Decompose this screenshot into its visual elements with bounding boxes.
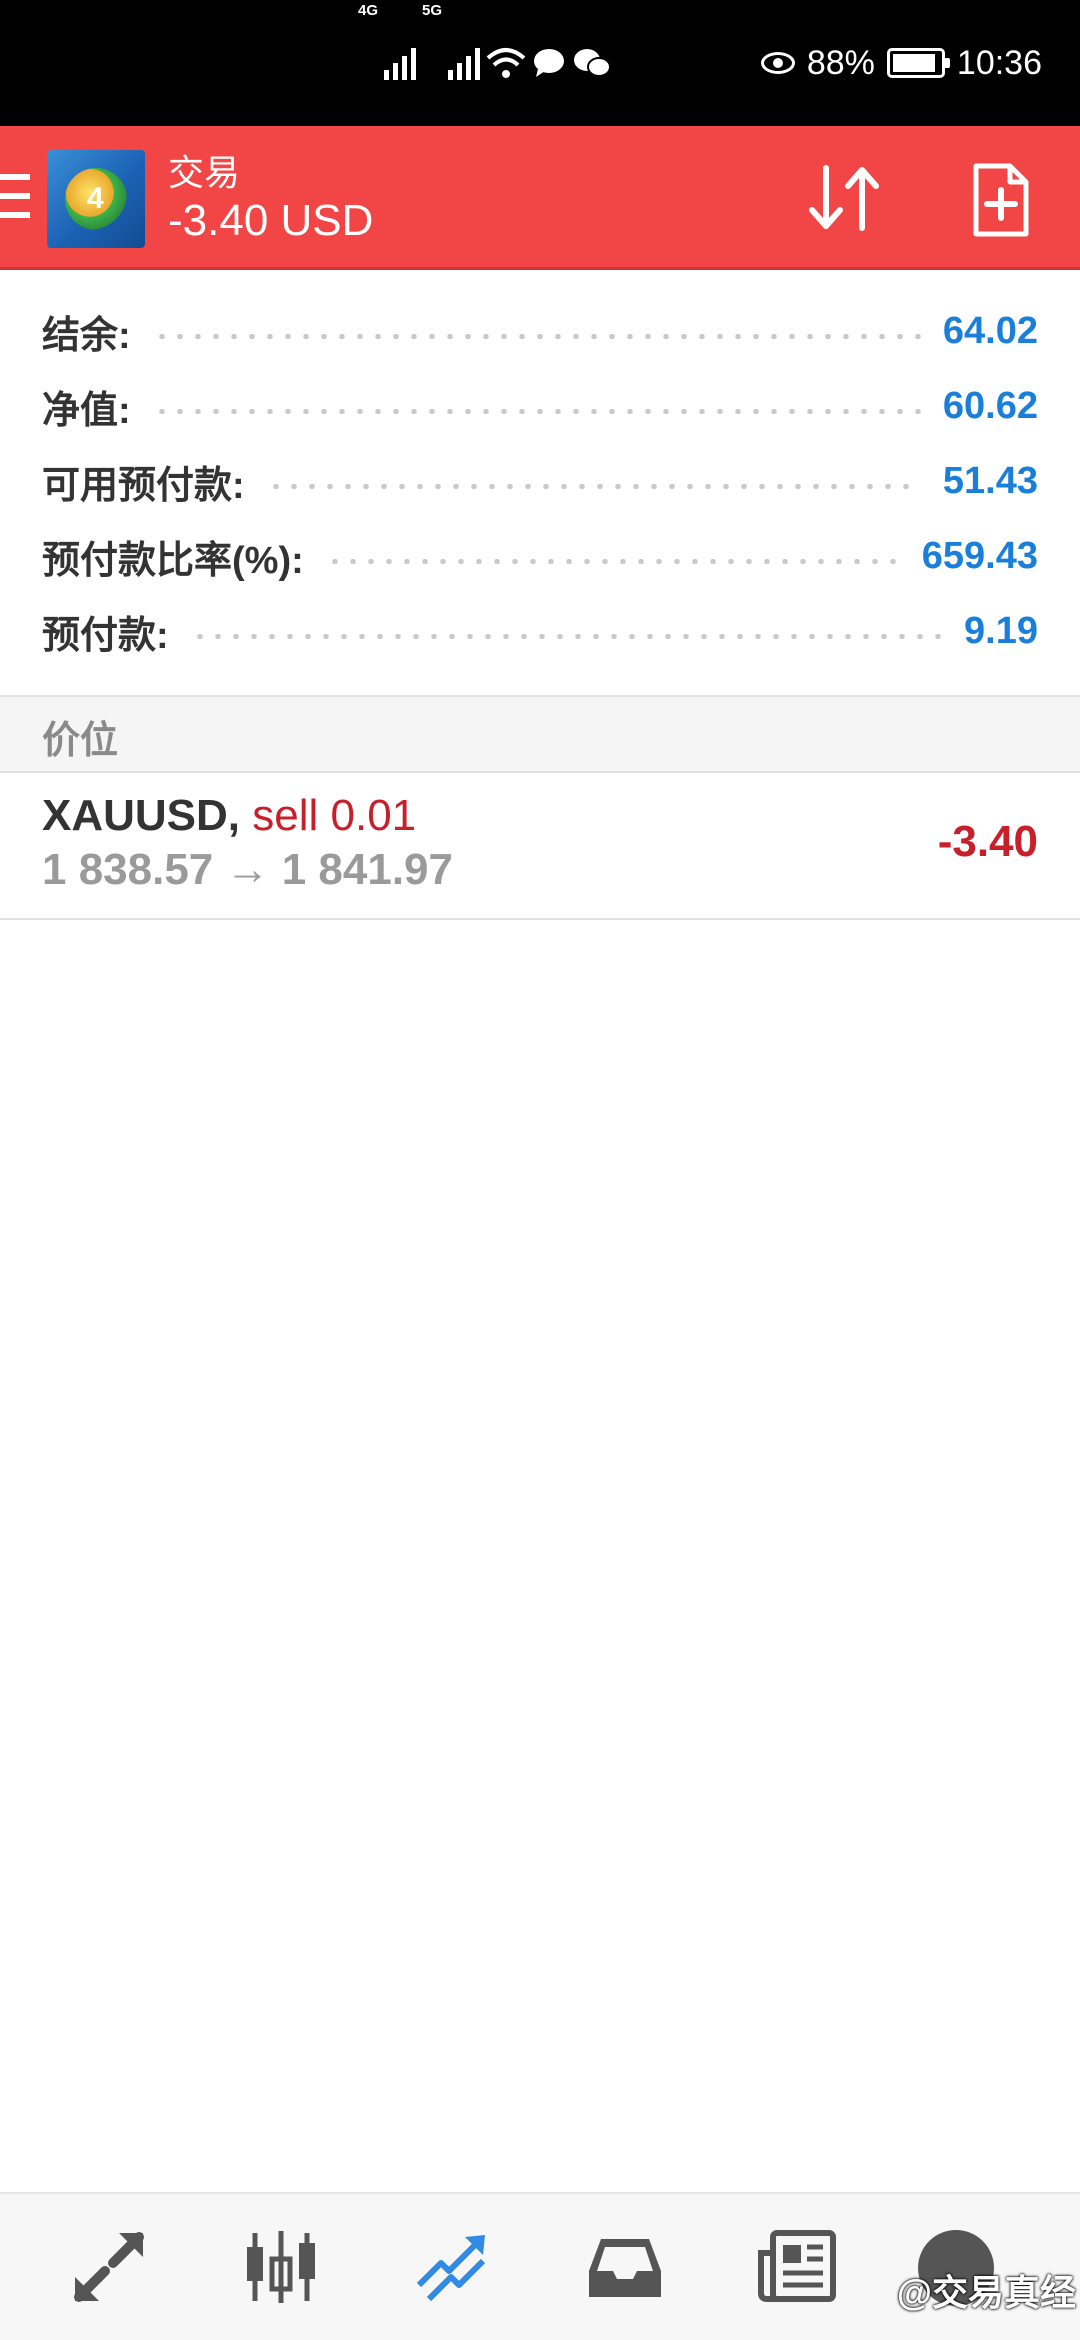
position-side: sell 0.01 <box>252 791 417 840</box>
position-symbol: XAUUSD, <box>42 791 241 840</box>
summary-value: 51.43 <box>942 460 1038 502</box>
menu-icon[interactable] <box>0 174 30 218</box>
metatrader-logo[interactable]: 4 <box>47 150 145 248</box>
network-type-5g: 5G <box>422 2 443 19</box>
summary-label: 预付款: <box>42 615 169 657</box>
nav-news[interactable] <box>754 2224 840 2310</box>
signal-icon <box>384 46 417 80</box>
account-summary: 结余: 64.02 净值: 60.62 可用预付款: 51.43 预付款比率(%… <box>0 270 1080 695</box>
network-type-4g: 4G <box>358 2 379 19</box>
nav-history[interactable] <box>582 2224 668 2310</box>
summary-row-free-margin: 可用预付款: 51.43 <box>42 444 1038 519</box>
app-bar: 4 交易 -3.40 USD <box>0 126 1080 270</box>
wifi-icon <box>486 48 526 78</box>
dotted-leader <box>325 559 900 564</box>
page-title: 交易 <box>168 152 241 193</box>
summary-row-balance: 结余: 64.02 <box>42 294 1038 369</box>
dotted-leader <box>190 634 943 639</box>
summary-value: 659.43 <box>921 535 1038 577</box>
inbox-icon <box>589 2239 661 2297</box>
position-prices: 1 838.57 → 1 841.97 <box>42 845 453 894</box>
candlestick-icon <box>247 2231 315 2303</box>
position-profit: -3.40 <box>937 817 1038 866</box>
quotes-arrows-icon <box>74 2232 144 2302</box>
dotted-leader <box>266 484 921 489</box>
summary-row-equity: 净值: 60.62 <box>42 369 1038 444</box>
summary-label: 结余: <box>42 315 131 357</box>
battery-icon <box>886 48 950 78</box>
nav-chart[interactable] <box>238 2224 324 2310</box>
summary-row-margin: 预付款: 9.19 <box>42 594 1038 669</box>
eye-comfort-icon <box>760 52 795 74</box>
summary-label: 预付款比率(%): <box>42 540 304 582</box>
bottom-nav: @交易真经 <box>0 2192 1080 2340</box>
summary-row-margin-level: 预付款比率(%): 659.43 <box>42 519 1038 594</box>
status-right: 88% 10:36 <box>760 0 1042 126</box>
new-order-icon[interactable] <box>970 162 1032 238</box>
dotted-leader <box>152 409 921 414</box>
trade-trend-icon <box>416 2235 486 2302</box>
summary-value: 9.19 <box>964 610 1038 652</box>
position-row[interactable]: XAUUSD, sell 0.01 1 838.57 → 1 841.97 -3… <box>0 773 1080 920</box>
logo-digit: 4 <box>87 182 104 215</box>
summary-value: 64.02 <box>942 310 1038 352</box>
positions-section-header: 价位 <box>0 695 1080 773</box>
nav-trade[interactable] <box>410 2224 496 2310</box>
nav-quotes[interactable] <box>66 2224 152 2310</box>
total-profit: -3.40 USD <box>168 196 374 245</box>
position-symbol-line: XAUUSD, sell 0.01 <box>42 791 416 841</box>
sort-icon[interactable] <box>804 160 884 236</box>
section-title: 价位 <box>42 720 119 762</box>
wechat-icon <box>574 49 612 77</box>
clock: 10:36 <box>956 43 1042 82</box>
message-icon <box>534 49 565 77</box>
summary-value: 60.62 <box>942 385 1038 427</box>
status-bar: 4G 5G 88% 10:36 <box>0 0 1080 126</box>
summary-label: 可用预付款: <box>42 465 245 507</box>
battery-percent: 88% <box>806 43 875 82</box>
news-icon <box>758 2230 836 2302</box>
summary-label: 净值: <box>42 390 131 432</box>
dotted-leader <box>152 334 921 339</box>
network-indicators: 4G 5G <box>358 0 612 126</box>
signal-icon <box>448 46 481 80</box>
watermark: @交易真经 <box>896 2272 1076 2313</box>
